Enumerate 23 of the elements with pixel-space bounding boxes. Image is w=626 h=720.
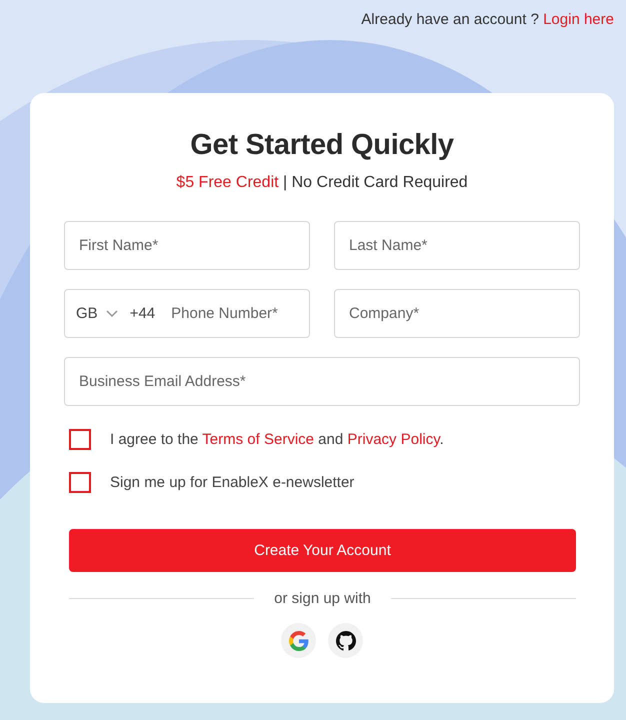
checkbox[interactable] <box>69 472 91 493</box>
checkbox[interactable] <box>69 429 91 450</box>
form-title: Get Started Quickly <box>190 129 454 162</box>
create-account-button[interactable]: Create Your Account <box>69 529 576 572</box>
chevron-icon <box>106 310 118 318</box>
policy-link[interactable]: Privacy Policy <box>347 431 440 448</box>
divider-text: or sign up with <box>274 590 371 607</box>
policy-link[interactable]: Terms of Service <box>202 431 314 448</box>
input-field[interactable]: First Name* <box>64 221 310 270</box>
input-field[interactable]: Company* <box>334 289 580 338</box>
input-field[interactable]: Business Email Address* <box>64 357 580 406</box>
dial-code: +44 <box>130 305 156 322</box>
country-select[interactable]: GB <box>76 305 98 322</box>
google-icon <box>288 630 308 650</box>
social-login-button[interactable] <box>328 623 363 658</box>
login-prompt: Already have an account ? Login here <box>361 11 614 30</box>
form-subtitle: $5 Free Credit | No Credit Card Required <box>176 174 468 192</box>
github-icon <box>336 630 356 650</box>
input-field[interactable]: Last Name* <box>334 221 580 270</box>
phone-field[interactable]: GB +44 Phone Number* <box>64 289 310 338</box>
login-link[interactable]: Login here <box>543 11 614 28</box>
checkbox-label: Sign me up for EnableX e-newsletter <box>110 474 354 491</box>
checkbox-label: I agree to the Terms of Service and Privacy Policy. <box>110 431 444 448</box>
